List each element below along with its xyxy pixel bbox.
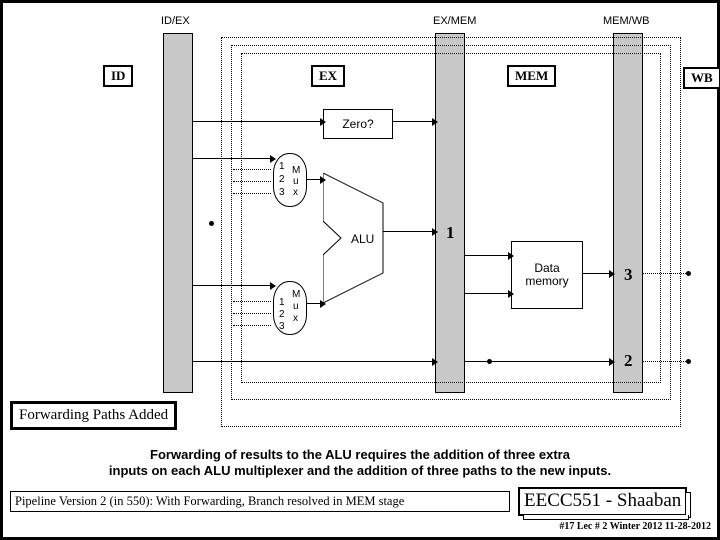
course-box: EECC551 - Shaaban [518, 487, 687, 516]
wire-idex-pass [193, 361, 433, 362]
mux-bot-2: 2 [279, 310, 285, 320]
fb-top-2 [233, 181, 271, 182]
wire-exmem-dmem1 [465, 255, 509, 256]
num-exmem-1: 1 [446, 223, 455, 243]
wire-idex-zero [193, 121, 321, 122]
fb-bot-1 [233, 301, 271, 302]
dmem-l2: memory [525, 275, 568, 288]
wire-alu-exmem [383, 231, 433, 232]
mux-bot-3: 3 [279, 322, 285, 332]
mux-bot-x: x [293, 314, 298, 324]
wire-memwb-out2 [643, 361, 688, 362]
wire-muxtop-alu [307, 179, 321, 180]
dot-out3 [686, 271, 691, 276]
mux-top-u: u [293, 177, 299, 187]
stage-id: ID [103, 65, 133, 87]
zero-block: Zero? [323, 109, 393, 139]
alu-shape: ALU [323, 173, 403, 303]
mux-bot-m: M [292, 290, 300, 300]
dot-out2 [686, 359, 691, 364]
fb-top-1 [233, 169, 271, 170]
dotted-inner [241, 53, 661, 383]
footer-meta: #17 Lec # 2 Winter 2012 11-28-2012 [559, 521, 711, 532]
wire-idex-muxtop [193, 158, 271, 159]
wire-muxbot-alu [307, 303, 321, 304]
footer-desc: Pipeline Version 2 (in 550): With Forwar… [10, 491, 510, 512]
alu-label: ALU [351, 232, 374, 246]
forwarding-paths-label: Forwarding Paths Added [10, 401, 177, 430]
mux-top-m: M [292, 166, 300, 176]
fb-top-3 [233, 193, 271, 194]
fb-bot-2 [233, 313, 271, 314]
mux-top-x: x [293, 188, 298, 198]
mux-top-1: 1 [279, 162, 285, 172]
body-line-1: Forwarding of results to the ALU require… [3, 447, 717, 462]
wire-dmem-memwb [583, 273, 610, 274]
mux-top-2: 2 [279, 175, 285, 185]
stage-wb: WB [683, 67, 720, 89]
reg-id-ex [163, 33, 193, 393]
num-memwb-2: 2 [624, 351, 633, 371]
dot-tap-left [209, 221, 214, 226]
num-memwb-3: 3 [624, 265, 633, 285]
mux-top-3: 3 [279, 188, 285, 198]
mux-bot-1: 1 [279, 298, 285, 308]
reg-label-id-ex: ID/EX [161, 15, 190, 27]
reg-label-ex-mem: EX/MEM [433, 15, 476, 27]
reg-label-mem-wb: MEM/WB [603, 15, 649, 27]
wire-zero-exmem [393, 121, 433, 122]
mux-bot-u: u [293, 302, 299, 312]
data-memory-block: Data memory [511, 241, 583, 309]
wire-exmem-dmem2 [465, 293, 509, 294]
wire-memwb-out3 [643, 273, 688, 274]
dot-tap-pass [487, 359, 492, 364]
mux-top: 1 2 3 M u x [273, 153, 307, 207]
wire-idex-muxbot [193, 285, 271, 286]
body-line-2: inputs on each ALU multiplexer and the a… [3, 463, 717, 478]
fb-bot-3 [233, 325, 271, 326]
mux-bottom: M 1 u 2 x 3 [273, 281, 307, 335]
slide-root: ID/EX EX/MEM MEM/WB ID EX MEM WB Zero? 1… [0, 0, 720, 540]
